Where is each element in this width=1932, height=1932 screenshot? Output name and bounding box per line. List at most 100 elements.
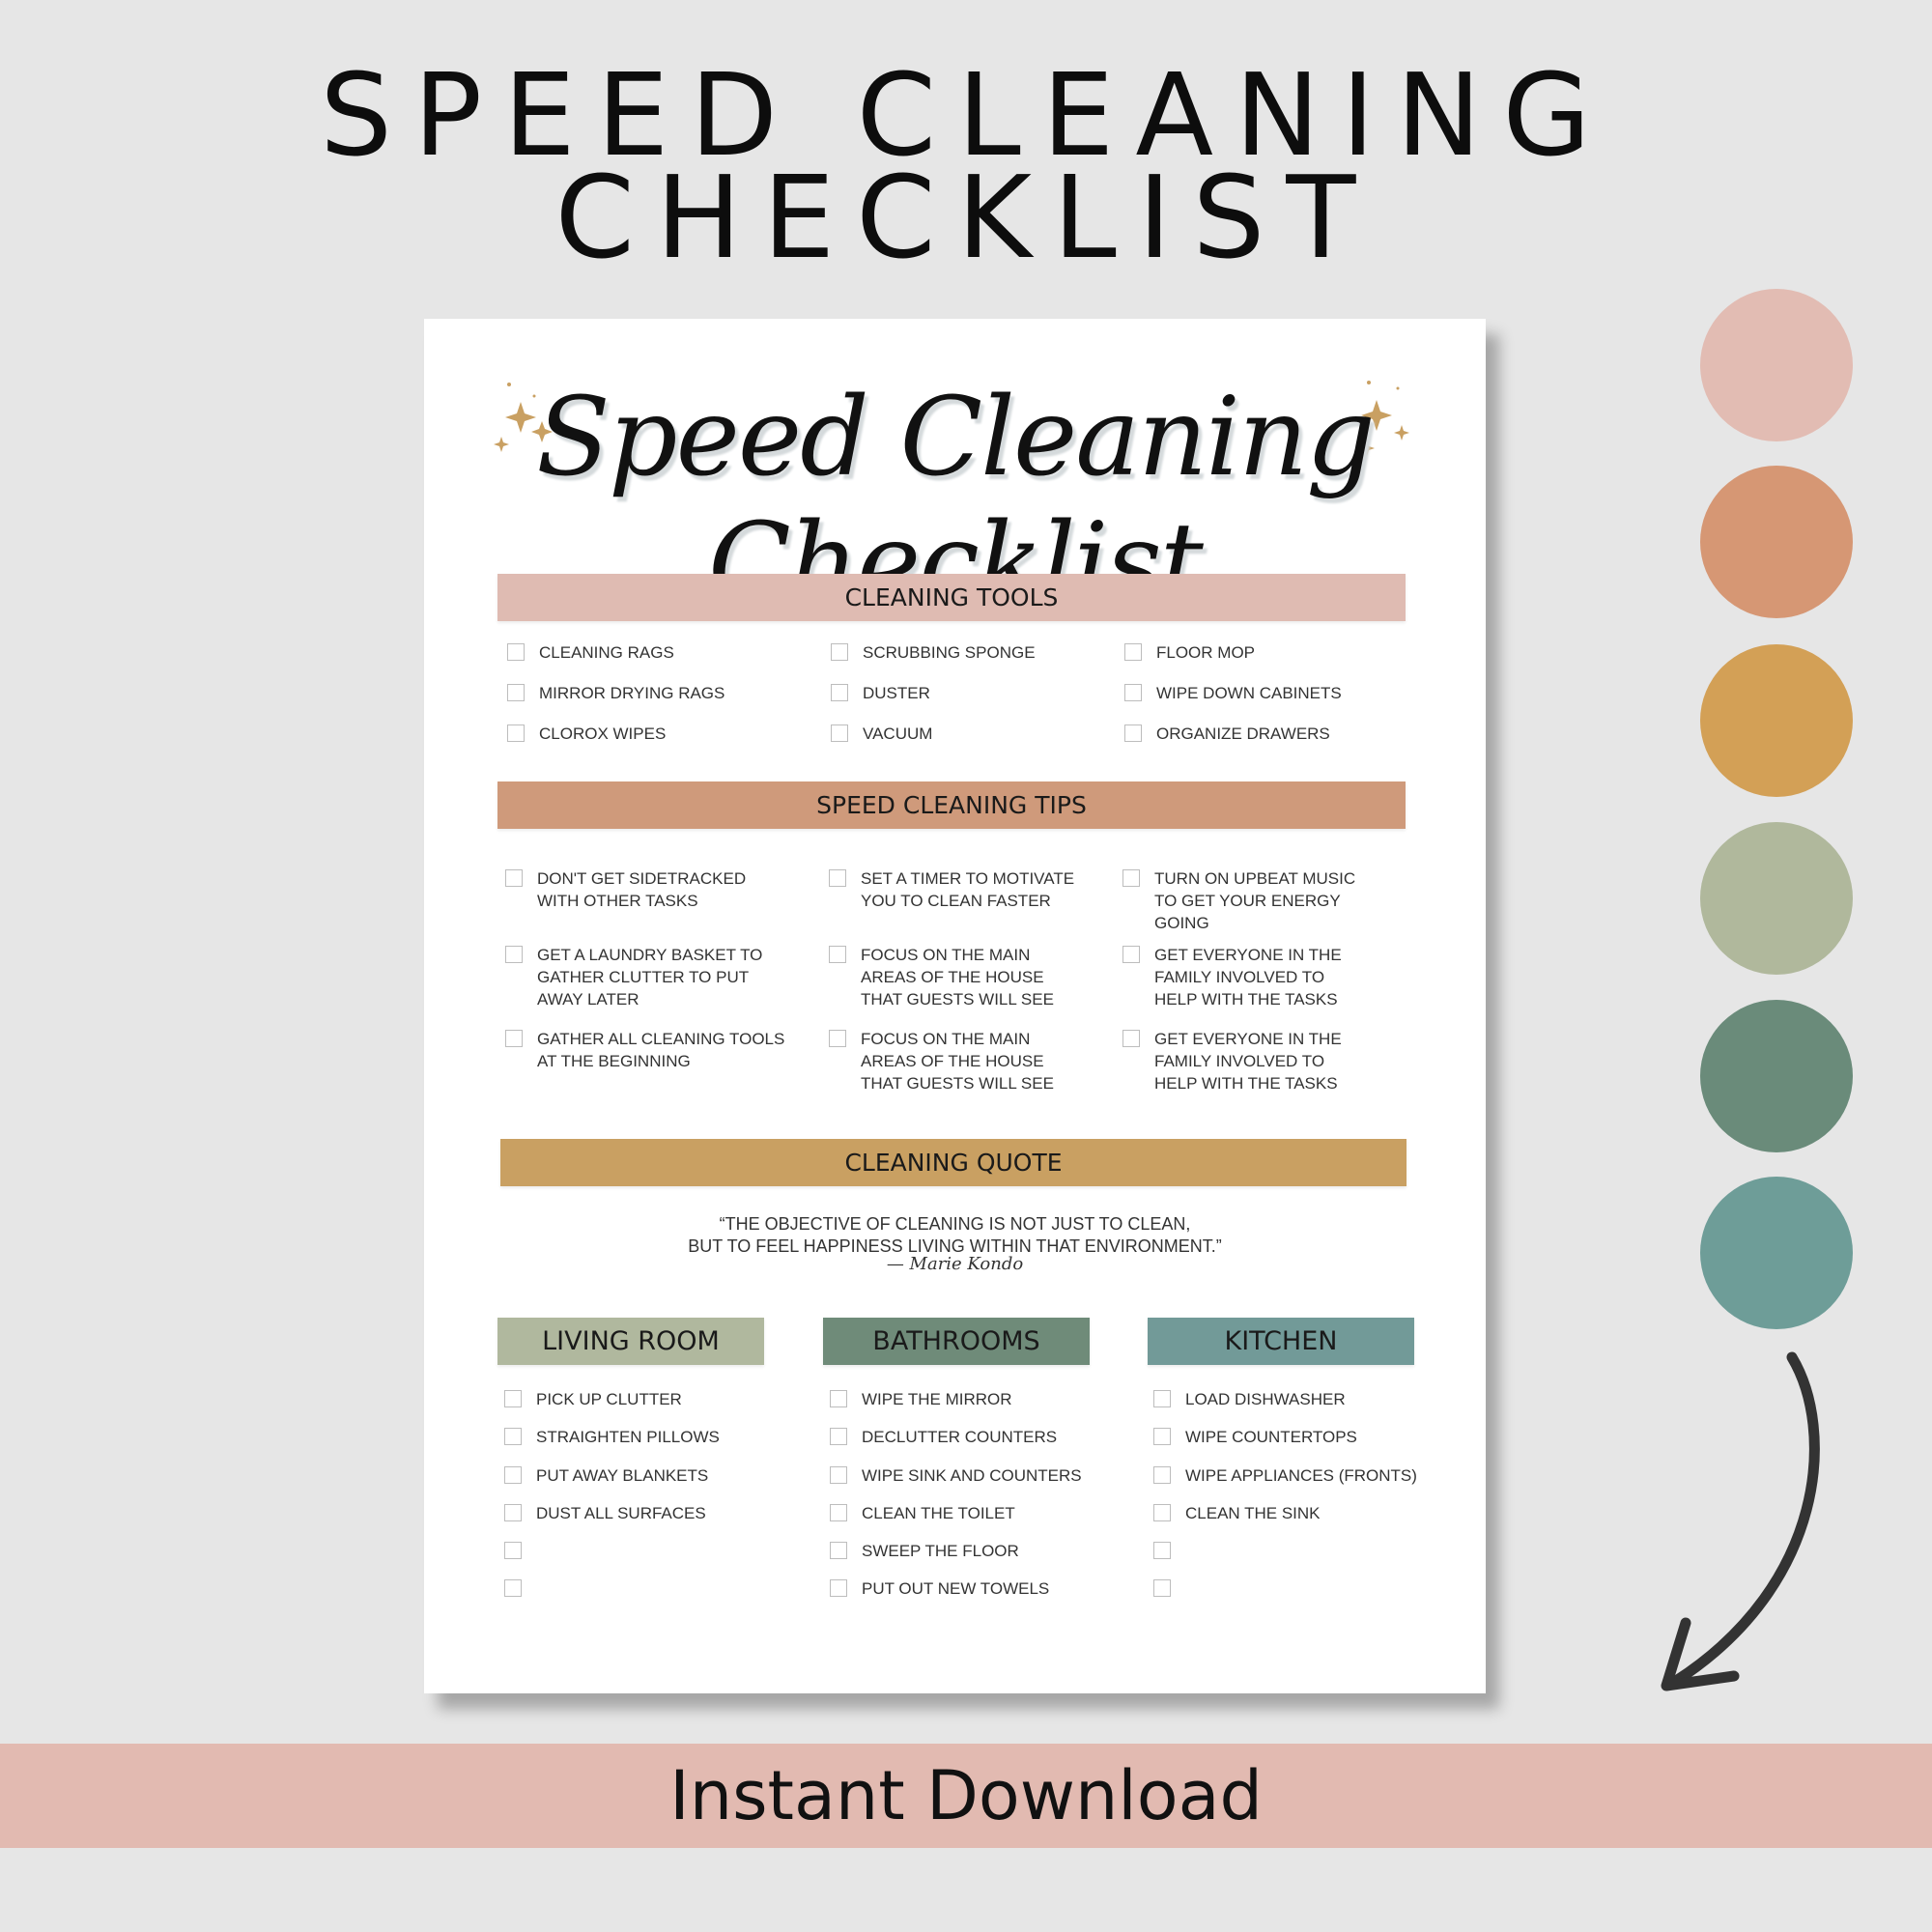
checkbox[interactable]: [830, 1542, 847, 1559]
room-task-item[interactable]: [504, 1540, 536, 1559]
checkbox[interactable]: [504, 1390, 522, 1407]
item-label: CLEAN THE SINK: [1185, 1504, 1321, 1522]
checkbox[interactable]: [1122, 869, 1140, 887]
room-task-item[interactable]: WIPE COUNTERTOPS: [1153, 1426, 1357, 1448]
room-task-item[interactable]: LOAD DISHWASHER: [1153, 1388, 1346, 1410]
room-task-item[interactable]: CLEAN THE SINK: [1153, 1502, 1321, 1524]
item-label: DECLUTTER COUNTERS: [862, 1428, 1058, 1446]
checkbox[interactable]: [831, 724, 848, 742]
checkbox[interactable]: [1153, 1390, 1171, 1407]
room-task-item[interactable]: DUST ALL SURFACES: [504, 1502, 706, 1524]
checkbox[interactable]: [504, 1579, 522, 1597]
kitchen-banner: KITCHEN: [1148, 1318, 1414, 1365]
checkbox[interactable]: [830, 1390, 847, 1407]
room-task-item[interactable]: PUT AWAY BLANKETS: [504, 1464, 708, 1487]
room-task-item[interactable]: CLEAN THE TOILET: [830, 1502, 1015, 1524]
item-label: CLOROX WIPES: [539, 724, 667, 743]
room-task-item[interactable]: PUT OUT NEW TOWELS: [830, 1577, 1049, 1600]
checkbox[interactable]: [1153, 1579, 1171, 1597]
checkbox[interactable]: [1124, 684, 1142, 701]
checkbox[interactable]: [505, 1030, 523, 1047]
item-label: FLOOR MOP: [1156, 643, 1256, 662]
item-label: PUT OUT NEW TOWELS: [862, 1579, 1050, 1598]
item-label: SET A TIMER TO MOTIVATE YOU TO CLEAN FAS…: [861, 869, 1075, 910]
color-swatch: [1700, 1177, 1853, 1329]
checkbox[interactable]: [830, 1504, 847, 1521]
room-task-item[interactable]: PICK UP CLUTTER: [504, 1388, 682, 1410]
room-task-item[interactable]: [504, 1577, 536, 1597]
item-label: CLEANING RAGS: [539, 643, 674, 662]
room-task-item[interactable]: DECLUTTER COUNTERS: [830, 1426, 1057, 1448]
item-label: STRAIGHTEN PILLOWS: [536, 1428, 720, 1446]
room-task-item[interactable]: STRAIGHTEN PILLOWS: [504, 1426, 720, 1448]
item-label: PUT AWAY BLANKETS: [536, 1466, 709, 1485]
color-swatch: [1700, 1000, 1853, 1152]
checkbox[interactable]: [505, 869, 523, 887]
checkbox[interactable]: [505, 946, 523, 963]
item-label: DON'T GET SIDETRACKED WITH OTHER TASKS: [537, 869, 747, 910]
room-task-item[interactable]: WIPE APPLIANCES (FRONTS): [1153, 1464, 1417, 1487]
room-task-item[interactable]: [1153, 1577, 1185, 1597]
checkbox[interactable]: [830, 1579, 847, 1597]
room-task-item[interactable]: WIPE THE MIRROR: [830, 1388, 1012, 1410]
checkbox[interactable]: [830, 1466, 847, 1484]
tool-item[interactable]: VACUUM: [831, 723, 932, 745]
tip-item[interactable]: GATHER ALL CLEANING TOOLS AT THE BEGINNI…: [505, 1028, 784, 1072]
color-swatch: [1700, 466, 1853, 618]
color-swatch: [1700, 822, 1853, 975]
checklist-page: Speed Cleaning Checklist CLEANING TOOLS …: [424, 319, 1486, 1693]
checkbox[interactable]: [831, 684, 848, 701]
tool-item[interactable]: MIRROR DRYING RAGS: [507, 682, 724, 704]
tool-item[interactable]: ORGANIZE DRAWERS: [1124, 723, 1330, 745]
room-task-item[interactable]: WIPE SINK AND COUNTERS: [830, 1464, 1082, 1487]
tip-item[interactable]: SET A TIMER TO MOTIVATE YOU TO CLEAN FAS…: [829, 867, 1074, 912]
tool-item[interactable]: FLOOR MOP: [1124, 641, 1255, 664]
tool-item[interactable]: DUSTER: [831, 682, 930, 704]
tip-item[interactable]: GET EVERYONE IN THE FAMILY INVOLVED TO H…: [1122, 944, 1342, 1010]
item-label: WIPE COUNTERTOPS: [1185, 1428, 1357, 1446]
checkbox[interactable]: [1153, 1504, 1171, 1521]
item-label: VACUUM: [863, 724, 933, 743]
checkbox[interactable]: [1122, 946, 1140, 963]
quote-line-1: “THE OBJECTIVE OF CLEANING IS NOT JUST T…: [719, 1214, 1191, 1234]
checkbox[interactable]: [831, 643, 848, 661]
item-label: SWEEP THE FLOOR: [862, 1542, 1019, 1560]
checkbox[interactable]: [507, 643, 525, 661]
checkbox[interactable]: [504, 1428, 522, 1445]
checkbox[interactable]: [1124, 724, 1142, 742]
checkbox[interactable]: [507, 684, 525, 701]
checkbox[interactable]: [1153, 1542, 1171, 1559]
item-label: TURN ON UPBEAT MUSIC TO GET YOUR ENERGY …: [1154, 869, 1356, 932]
checkbox[interactable]: [1124, 643, 1142, 661]
checkbox[interactable]: [504, 1504, 522, 1521]
item-label: LOAD DISHWASHER: [1185, 1390, 1346, 1408]
checkbox[interactable]: [1153, 1428, 1171, 1445]
color-swatch: [1700, 289, 1853, 441]
tip-item[interactable]: FOCUS ON THE MAIN AREAS OF THE HOUSE THA…: [829, 1028, 1054, 1094]
checkbox[interactable]: [829, 869, 846, 887]
speed-cleaning-tips-banner: SPEED CLEANING TIPS: [497, 781, 1406, 829]
checkbox[interactable]: [1122, 1030, 1140, 1047]
checkbox[interactable]: [829, 1030, 846, 1047]
tip-item[interactable]: DON'T GET SIDETRACKED WITH OTHER TASKS: [505, 867, 746, 912]
bathrooms-banner: BATHROOMS: [823, 1318, 1090, 1365]
room-task-item[interactable]: [1153, 1540, 1185, 1559]
item-label: GET EVERYONE IN THE FAMILY INVOLVED TO H…: [1154, 946, 1342, 1009]
checkbox[interactable]: [504, 1542, 522, 1559]
tip-item[interactable]: TURN ON UPBEAT MUSIC TO GET YOUR ENERGY …: [1122, 867, 1355, 934]
tool-item[interactable]: CLOROX WIPES: [507, 723, 666, 745]
tip-item[interactable]: GET EVERYONE IN THE FAMILY INVOLVED TO H…: [1122, 1028, 1342, 1094]
checkbox[interactable]: [830, 1428, 847, 1445]
checkbox[interactable]: [504, 1466, 522, 1484]
tip-item[interactable]: FOCUS ON THE MAIN AREAS OF THE HOUSE THA…: [829, 944, 1054, 1010]
checkbox[interactable]: [1153, 1466, 1171, 1484]
room-task-item[interactable]: SWEEP THE FLOOR: [830, 1540, 1019, 1562]
tool-item[interactable]: SCRUBBING SPONGE: [831, 641, 1036, 664]
checkbox[interactable]: [829, 946, 846, 963]
tip-item[interactable]: GET A LAUNDRY BASKET TO GATHER CLUTTER T…: [505, 944, 762, 1010]
tool-item[interactable]: CLEANING RAGS: [507, 641, 674, 664]
instant-download-label: Instant Download: [669, 1756, 1263, 1835]
checkbox[interactable]: [507, 724, 525, 742]
tool-item[interactable]: WIPE DOWN CABINETS: [1124, 682, 1342, 704]
item-label: FOCUS ON THE MAIN AREAS OF THE HOUSE THA…: [861, 1030, 1054, 1093]
